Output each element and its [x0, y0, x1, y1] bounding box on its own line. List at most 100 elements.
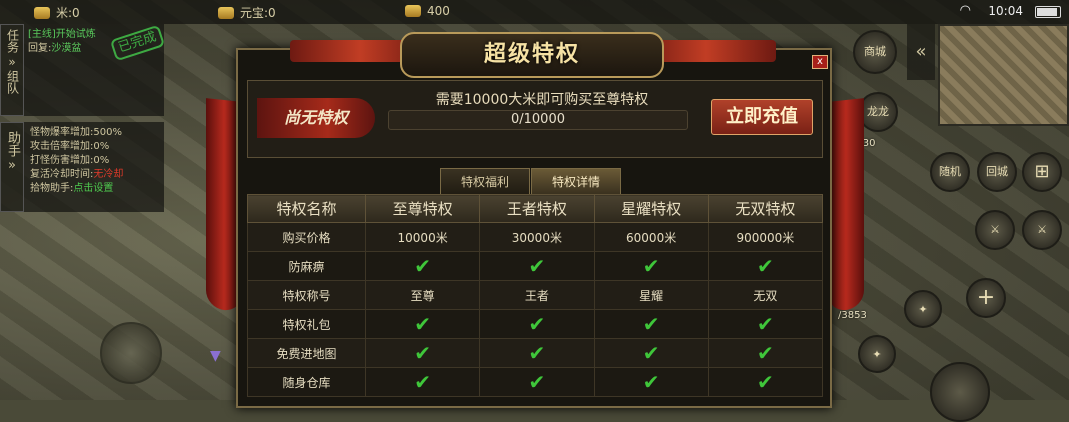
skill-slot-icon[interactable]: ✦ [904, 290, 942, 328]
right-curtain-decoration [828, 98, 864, 312]
checkmark-icon: ✔ [364, 338, 481, 368]
helper-tab[interactable]: 助手 » [0, 122, 24, 212]
clock: 10:04 [988, 4, 1023, 18]
checkmark-icon: ✔ [479, 367, 595, 397]
minimap-collapse-button[interactable]: « [907, 24, 935, 80]
double-chevron-icon: » [8, 158, 16, 173]
table-cell: 900000米 [707, 222, 824, 252]
movement-joystick[interactable] [100, 322, 162, 384]
home-label: 回城 [986, 165, 1008, 178]
rice-value: 米:0 [56, 6, 80, 20]
vip-status-badge: 尚无特权 [257, 98, 375, 138]
quest-reply-label: 回复: [28, 43, 52, 54]
checkmark-icon: ✔ [707, 251, 824, 281]
checkmark-icon: ✔ [593, 309, 709, 339]
task-tab[interactable]: 任务 » 组队 [0, 24, 24, 116]
checkmark-icon: ✔ [479, 251, 595, 281]
helper-line: 攻击倍率增加:0% [30, 140, 158, 154]
table-row: 免费进地图 ✔ ✔ ✔ ✔ [247, 338, 824, 368]
minimap[interactable] [938, 24, 1069, 126]
privilege-table: 特权名称 至尊特权 王者特权 星耀特权 无双特权 购买价格 10000米 30000… [247, 194, 824, 397]
direction-marker-icon: ▼ [210, 348, 221, 364]
shop-button[interactable]: 商城 [853, 30, 897, 74]
checkmark-icon: ✔ [364, 309, 481, 339]
helper-value: 无冷却 [93, 169, 124, 180]
row-label: 防麻痹 [247, 251, 366, 281]
row-label: 免费进地图 [247, 338, 366, 368]
wifi-icon: ◠ [959, 3, 971, 18]
task-tab-label: 任务 [5, 29, 20, 53]
helper-tab-label: 助手 [5, 131, 20, 157]
tab-privilege-benefits[interactable]: 特权福利 [440, 168, 530, 194]
team-tab-label[interactable]: 组队 [5, 70, 20, 94]
yuanbao-value: 元宝:0 [240, 6, 276, 20]
helper-value: 0% [93, 141, 110, 152]
attack-button[interactable] [930, 362, 990, 422]
helper-label: 复活冷却时间: [30, 169, 94, 180]
row-label: 随身仓库 [247, 367, 366, 397]
avatar-label: 龙龙 [867, 105, 889, 118]
yuanbao-icon [218, 6, 234, 19]
table-row: 特权礼包 ✔ ✔ ✔ ✔ [247, 309, 824, 339]
battery-icon [1035, 6, 1061, 18]
helper-label: 攻击倍率增加: [30, 141, 94, 152]
table-cell: 至尊 [364, 280, 481, 310]
random-label: 随机 [939, 165, 961, 178]
column-header: 王者特权 [479, 194, 595, 223]
table-cell: 10000米 [364, 222, 481, 252]
helper-value: 500% [93, 127, 122, 138]
table-cell: 王者 [479, 280, 595, 310]
character-avatar[interactable]: 龙龙 [858, 92, 898, 132]
helper-value: 0% [93, 155, 110, 166]
skill-sword-icon[interactable]: ⚔ [975, 210, 1015, 250]
skill-slot-icon[interactable]: ✦ [858, 335, 896, 373]
helper-line: 复活冷却时间:无冷却 [30, 168, 158, 182]
skill-dagger-icon[interactable]: ⚔ [1022, 210, 1062, 250]
table-row: 随身仓库 ✔ ✔ ✔ ✔ [247, 367, 824, 397]
table-header-row: 特权名称 至尊特权 王者特权 星耀特权 无双特权 [247, 194, 824, 223]
checkmark-icon: ✔ [707, 309, 824, 339]
column-header: 至尊特权 [364, 194, 481, 223]
shop-label: 商城 [864, 45, 886, 58]
table-row: 特权称号 至尊 王者 星耀 无双 [247, 280, 824, 310]
table-cell: 60000米 [593, 222, 709, 252]
close-icon[interactable]: x [812, 55, 828, 69]
checkmark-icon: ✔ [593, 367, 709, 397]
rice-icon [34, 6, 50, 19]
add-skill-button[interactable]: + [966, 278, 1006, 318]
checkmark-icon: ✔ [593, 251, 709, 281]
helper-line: 打怪伤害增加:0% [30, 154, 158, 168]
checkmark-icon: ✔ [707, 367, 824, 397]
helper-label: 怪物爆率增加: [30, 127, 94, 138]
helper-line: 拾物助手:点击设置 [30, 182, 158, 196]
gold-value: 400 [427, 4, 450, 18]
row-label: 特权礼包 [247, 309, 366, 339]
return-home-button[interactable]: 回城 [977, 152, 1017, 192]
checkmark-icon: ✔ [364, 251, 481, 281]
top-status-bar: 米:0 元宝:0 400 ◠ 10:04 [0, 0, 1069, 24]
checkmark-icon: ✔ [593, 338, 709, 368]
rice-resource: 米:0 [34, 4, 80, 21]
checkmark-icon: ✔ [364, 367, 481, 397]
vip-progress-text: 0/10000 [510, 112, 565, 127]
helper-line: 怪物爆率增加:500% [30, 126, 158, 140]
helper-panel: 怪物爆率增加:500% 攻击倍率增加:0% 打怪伤害增加:0% 复活冷却时间:无… [24, 122, 164, 212]
column-header: 特权名称 [247, 194, 366, 223]
pickup-settings-link[interactable]: 点击设置 [73, 183, 113, 194]
recharge-now-button[interactable]: 立即充值 [711, 99, 813, 135]
helper-label: 打怪伤害增加: [30, 155, 94, 166]
column-header: 无双特权 [707, 194, 824, 223]
table-row: 购买价格 10000米 30000米 60000米 900000米 [247, 222, 824, 252]
column-header: 星耀特权 [593, 194, 709, 223]
tab-privilege-details[interactable]: 特权详情 [531, 168, 621, 194]
row-label: 购买价格 [247, 222, 366, 252]
menu-grid-icon[interactable]: ⊞ [1022, 152, 1062, 192]
quest-panel[interactable]: [主线]开始试炼 回复:沙漠盆 已完成 [24, 24, 166, 116]
dialog-title: 超级特权 [400, 32, 664, 78]
mp-readout: /3853 [838, 310, 867, 321]
vip-requirement-text: 需要10000大米即可购买至尊特权 [435, 92, 649, 108]
random-teleport-button[interactable]: 随机 [930, 152, 970, 192]
double-chevron-icon: » [8, 55, 16, 69]
quest-reply-value: 沙漠盆 [51, 43, 82, 54]
table-cell: 无双 [707, 280, 824, 310]
